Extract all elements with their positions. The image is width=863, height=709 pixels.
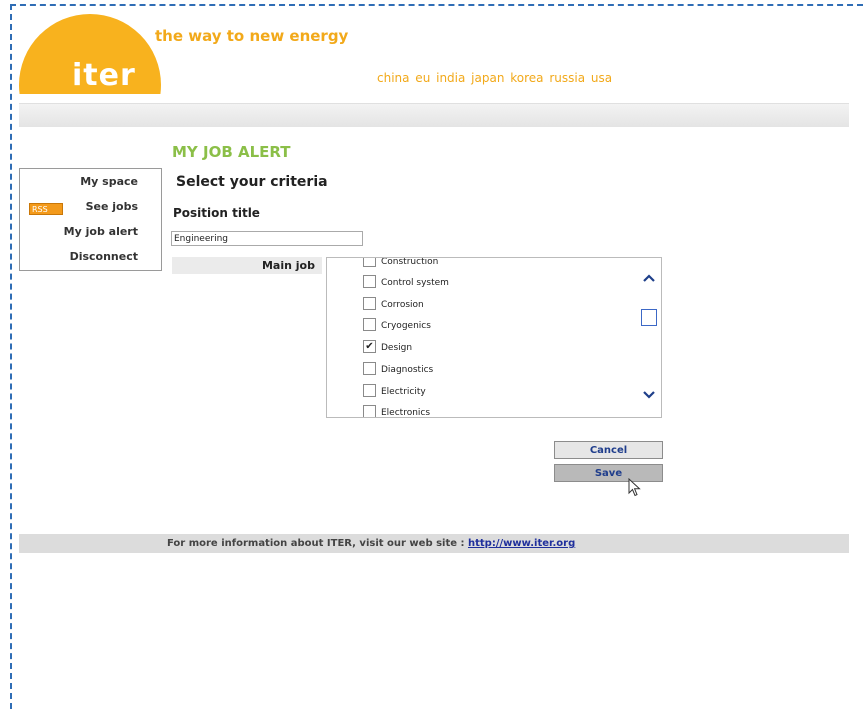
frame-border-top [10, 4, 863, 6]
mouse-cursor-icon [628, 477, 642, 502]
logo[interactable]: iter [72, 58, 136, 94]
scroll-up-icon[interactable] [643, 272, 655, 287]
scroll-down-icon[interactable] [643, 388, 655, 403]
footer-link[interactable]: http://www.iter.org [468, 538, 575, 549]
cancel-button[interactable]: Cancel [554, 441, 663, 459]
sidebar-item-my-job-alert[interactable]: My job alert [64, 225, 138, 238]
position-title-input[interactable] [171, 231, 363, 246]
sidebar-item-see-jobs[interactable]: See jobs [86, 200, 138, 213]
member-countries: china eu india japan korea russia usa [377, 71, 613, 85]
main-job-label: Main job [172, 257, 322, 274]
criteria-heading: Select your criteria [176, 174, 328, 190]
header-bar [19, 103, 849, 127]
checkbox[interactable] [363, 362, 376, 375]
sidebar-menu: My space RSS See jobs My job alert Disco… [19, 168, 162, 271]
rss-icon[interactable]: RSS [29, 203, 63, 215]
checkbox[interactable] [363, 275, 376, 288]
scrollbar-thumb[interactable] [641, 309, 657, 326]
checkbox-checked[interactable]: ✔ [363, 340, 376, 353]
page-title: MY JOB ALERT [172, 143, 291, 161]
checkbox[interactable] [363, 318, 376, 331]
frame-border-left [10, 4, 12, 709]
main-job-listbox[interactable]: Construction Control system Corrosion Cr… [326, 257, 662, 418]
sidebar-item-disconnect[interactable]: Disconnect [70, 250, 138, 263]
save-button[interactable]: Save [554, 464, 663, 482]
checkbox[interactable] [363, 384, 376, 397]
sidebar-item-my-space[interactable]: My space [80, 175, 138, 188]
checkbox[interactable] [363, 258, 376, 267]
checkbox[interactable] [363, 297, 376, 310]
footer-text: For more information about ITER, visit o… [167, 538, 468, 549]
tagline: the way to new energy [155, 27, 349, 45]
checkbox[interactable] [363, 405, 376, 417]
position-title-label: Position title [173, 206, 260, 220]
footer: For more information about ITER, visit o… [19, 534, 849, 553]
